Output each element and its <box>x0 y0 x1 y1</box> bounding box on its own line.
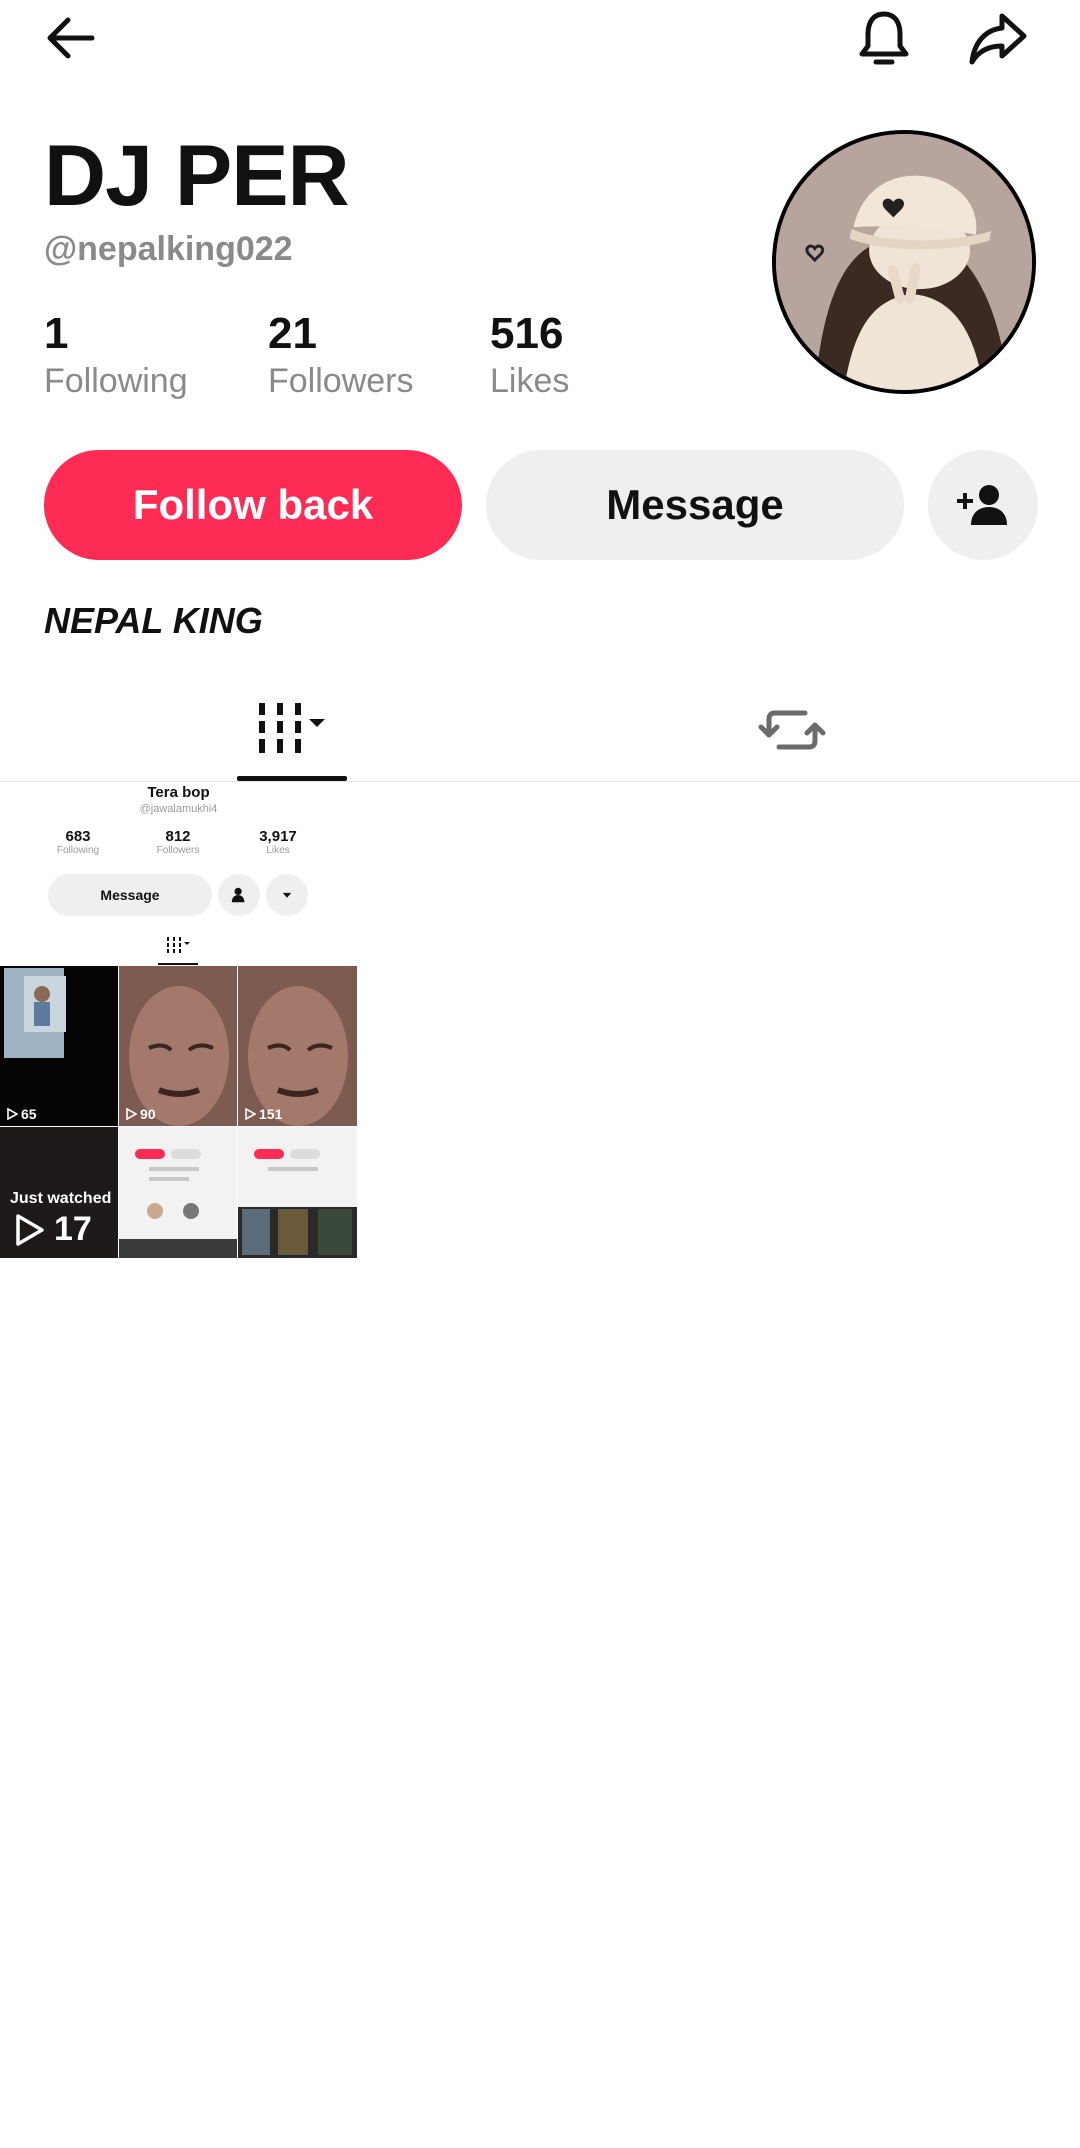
video-thumbnail <box>238 1127 357 1258</box>
video-thumbnail <box>119 1127 237 1258</box>
video-mini-stat-likes: 3,917 Likes <box>228 828 328 856</box>
thumbnail-image <box>248 986 348 1126</box>
video-mini-stat-likes-count: 3,917 <box>259 828 297 845</box>
stat-likes-label: Likes <box>490 362 570 400</box>
video-mini-stat-following: 683 Following <box>28 828 128 856</box>
tab-reposts[interactable] <box>730 680 854 780</box>
video-thumbnail: 65 <box>0 966 118 1126</box>
video-mini-stat-followers: 812 Followers <box>128 828 228 856</box>
thumbnail-image <box>4 968 66 1058</box>
play-icon <box>16 1213 44 1246</box>
grid-icon <box>167 937 190 953</box>
stat-followers[interactable]: 21 Followers <box>268 308 413 401</box>
display-name: DJ PER <box>44 128 350 224</box>
tabs-divider <box>0 781 1080 782</box>
back-arrow-icon <box>47 17 95 59</box>
video-mini-grid-icon <box>164 934 194 957</box>
share-button[interactable] <box>962 2 1034 74</box>
video-mini-stat-likes-label: Likes <box>266 845 290 856</box>
video-mini-stat-following-label: Following <box>56 845 100 856</box>
username: @nepalking022 <box>44 230 293 268</box>
view-count: 90 <box>125 1106 156 1122</box>
stat-followers-label: Followers <box>268 362 414 400</box>
stat-likes-count: 516 <box>490 309 564 358</box>
video-thumbnail: 90 <box>119 966 237 1126</box>
message-button[interactable]: Message <box>486 450 904 560</box>
video-mini-dropdown-button <box>266 874 308 916</box>
play-icon <box>245 1108 256 1120</box>
video-mini-handle: @jawalamukhi4 <box>139 803 218 815</box>
view-count: 65 <box>6 1106 37 1122</box>
view-count-value: 151 <box>259 1106 283 1122</box>
video-mini-message-label: Message <box>100 887 160 903</box>
thumbnail-image <box>238 1149 357 1258</box>
notification-bell-button[interactable] <box>848 2 920 74</box>
add-friend-button[interactable] <box>928 450 1038 560</box>
thumbnail-image <box>129 986 229 1126</box>
grid-icon <box>259 703 325 753</box>
video-mini-stat-following-count: 683 <box>65 828 91 845</box>
video-mini-name: Tera bop <box>147 784 210 801</box>
video-mini-add-friend-button <box>218 874 260 916</box>
repost-icon <box>758 710 826 750</box>
avatar[interactable] <box>772 130 1036 394</box>
stat-following-label: Following <box>44 362 188 400</box>
share-icon <box>969 13 1027 65</box>
stat-likes[interactable]: 516 Likes <box>490 308 569 401</box>
tab-videos[interactable] <box>230 680 354 780</box>
view-count-value: 90 <box>140 1106 156 1122</box>
view-count: 151 <box>244 1106 282 1122</box>
avatar-image <box>776 134 1032 390</box>
play-icon <box>7 1108 18 1120</box>
video-mini-tab-line <box>158 963 198 965</box>
video-view-count: 17 <box>12 1210 92 1249</box>
chevron-down-icon <box>282 892 292 898</box>
view-count-value: 65 <box>21 1106 37 1122</box>
video-thumbnail: 151 <box>238 966 357 1126</box>
just-watched-label: Just watched <box>10 1190 112 1207</box>
stat-following[interactable]: 1 Following <box>44 308 188 401</box>
video-mini-stat-followers-count: 812 <box>165 828 191 845</box>
thumbnail-image <box>119 1149 237 1258</box>
video-tile[interactable]: Tera bop @jawalamukhi4 683 Following 812… <box>0 784 357 1258</box>
video-view-count-value: 17 <box>54 1210 92 1248</box>
play-icon <box>126 1108 137 1120</box>
video-mini-message-button: Message <box>48 874 212 916</box>
stat-following-count: 1 <box>44 309 69 358</box>
stat-followers-count: 21 <box>268 309 317 358</box>
follow-back-button[interactable]: Follow back <box>44 450 462 560</box>
add-friend-icon <box>231 887 245 903</box>
bell-icon <box>859 11 909 65</box>
add-friend-icon <box>957 485 1007 525</box>
video-mini-stat-followers-label: Followers <box>156 845 200 856</box>
bio-text: NEPAL KING <box>44 600 263 641</box>
back-button[interactable] <box>36 2 108 74</box>
